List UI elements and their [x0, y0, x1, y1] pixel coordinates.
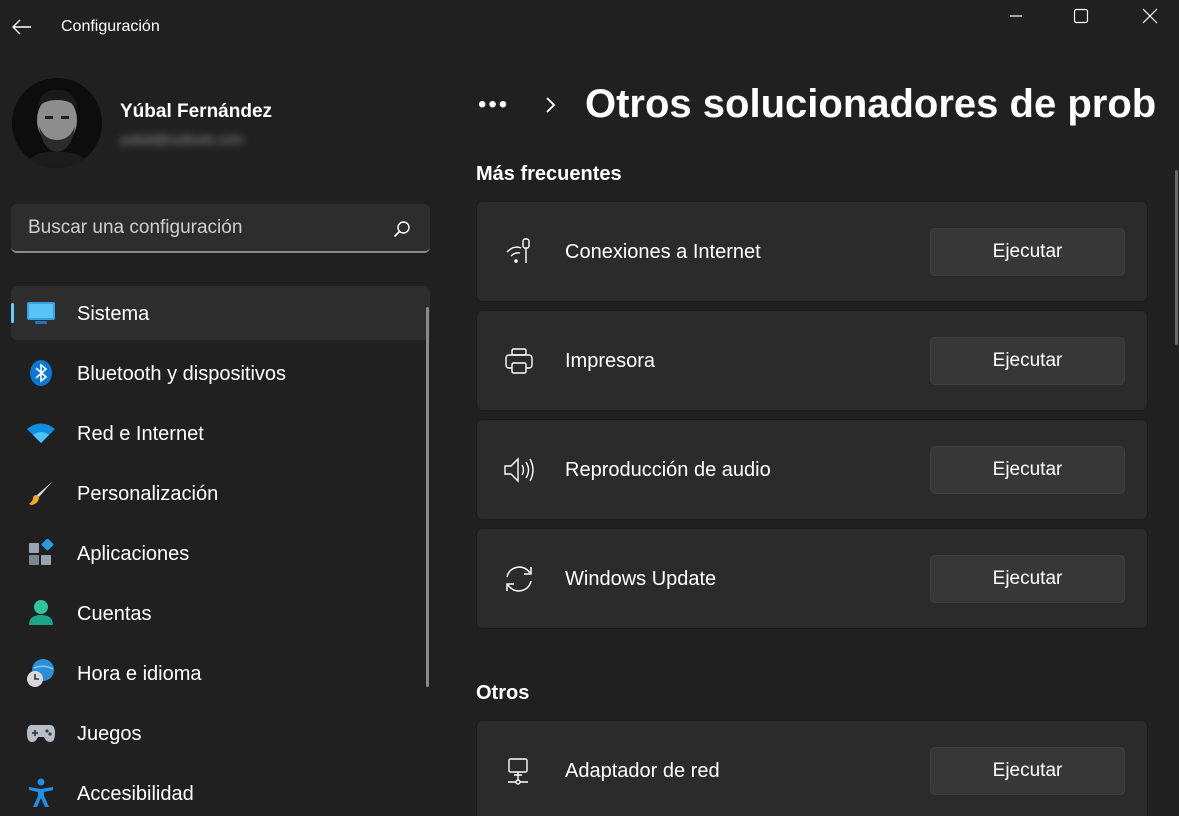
sidebar-item-juegos[interactable]: Juegos: [11, 706, 430, 760]
search-icon[interactable]: [393, 220, 411, 238]
user-name: Yúbal Fernández: [120, 101, 273, 122]
avatar[interactable]: [12, 78, 102, 168]
accessibility-icon: [25, 778, 57, 808]
troubleshooter-card-network-adapter: Adaptador de red Ejecutar: [476, 720, 1148, 816]
run-button-network-adapter[interactable]: Ejecutar: [930, 747, 1125, 795]
troubleshooter-label: Conexiones a Internet: [565, 241, 761, 263]
maximize-icon: [1073, 8, 1089, 24]
troubleshooter-card-internet: Conexiones a Internet Ejecutar: [476, 201, 1148, 302]
troubleshooter-label: Reproducción de audio: [565, 459, 771, 481]
sidebar-item-label: Hora e idioma: [77, 663, 202, 685]
sidebar-item-label: Accesibilidad: [77, 783, 194, 805]
breadcrumb-more-button[interactable]: •••: [478, 91, 522, 119]
printer-icon: [503, 345, 535, 377]
settings-window: Configuración Yúbal Fernández yubal@outl…: [0, 0, 1179, 816]
sidebar-item-sistema[interactable]: Sistema: [11, 286, 430, 340]
maximize-button[interactable]: [1052, 0, 1110, 32]
sidebar-item-label: Juegos: [77, 723, 142, 745]
sidebar-nav: Sistema Bluetooth y dispositivos Red e I…: [11, 286, 430, 816]
user-photo: [12, 78, 102, 168]
sidebar-item-accesibilidad[interactable]: Accesibilidad: [11, 766, 430, 816]
run-button-printer[interactable]: Ejecutar: [930, 337, 1125, 385]
search-input[interactable]: [28, 217, 368, 239]
speaker-icon: [503, 454, 535, 486]
system-icon: [25, 298, 57, 328]
troubleshooter-label: Impresora: [565, 350, 656, 372]
troubleshooter-label: Adaptador de red: [565, 760, 720, 782]
sidebar-scrollbar[interactable]: [426, 307, 429, 687]
title-bar: Configuración: [0, 0, 1179, 56]
run-button-audio[interactable]: Ejecutar: [930, 446, 1125, 494]
app-title: Configuración: [61, 18, 160, 35]
time-language-icon: [25, 658, 57, 688]
sidebar-item-cuentas[interactable]: Cuentas: [11, 586, 430, 640]
section-title-frequent: Más frecuentes: [476, 163, 622, 185]
sync-icon: [503, 563, 535, 595]
troubleshooter-label: Windows Update: [565, 568, 717, 590]
apps-icon: [25, 538, 57, 568]
sidebar-item-bluetooth[interactable]: Bluetooth y dispositivos: [11, 346, 430, 400]
sidebar-item-label: Red e Internet: [77, 423, 204, 445]
bluetooth-icon: [25, 358, 57, 388]
account-icon: [25, 598, 57, 628]
sidebar-item-label: Aplicaciones: [77, 543, 190, 565]
sidebar-item-hora[interactable]: Hora e idioma: [11, 646, 430, 700]
close-button[interactable]: [1121, 0, 1179, 32]
sidebar-item-label: Sistema: [77, 303, 150, 325]
content-scrollbar[interactable]: [1175, 170, 1178, 345]
close-icon: [1142, 8, 1158, 24]
sidebar-item-personalizacion[interactable]: Personalización: [11, 466, 430, 520]
brush-icon: [25, 478, 57, 508]
search-box[interactable]: [11, 204, 430, 253]
sidebar-item-aplicaciones[interactable]: Aplicaciones: [11, 526, 430, 580]
gamepad-icon: [25, 718, 57, 748]
minimize-icon: [1010, 15, 1022, 17]
back-button[interactable]: [6, 10, 38, 44]
sidebar-item-label: Personalización: [77, 483, 219, 505]
sidebar-item-red[interactable]: Red e Internet: [11, 406, 430, 460]
run-button-internet[interactable]: Ejecutar: [930, 228, 1125, 276]
sidebar-item-label: Cuentas: [77, 603, 152, 625]
chevron-right-icon: [544, 96, 570, 114]
wifi-icon: [25, 418, 57, 448]
breadcrumb: •••: [478, 80, 570, 130]
back-arrow-icon: [12, 19, 31, 35]
troubleshooter-card-printer: Impresora Ejecutar: [476, 310, 1148, 411]
network-antenna-icon: [503, 236, 535, 268]
troubleshooter-card-audio: Reproducción de audio Ejecutar: [476, 419, 1148, 520]
minimize-button[interactable]: [987, 0, 1045, 32]
user-email: yubal@outlook.com: [120, 131, 244, 147]
run-button-windows-update[interactable]: Ejecutar: [930, 555, 1125, 603]
section-title-other: Otros: [476, 682, 530, 704]
page-title: Otros solucionadores de prob: [585, 82, 1157, 126]
network-adapter-icon: [503, 755, 535, 787]
troubleshooter-card-windows-update: Windows Update Ejecutar: [476, 528, 1148, 629]
sidebar-item-label: Bluetooth y dispositivos: [77, 363, 287, 385]
